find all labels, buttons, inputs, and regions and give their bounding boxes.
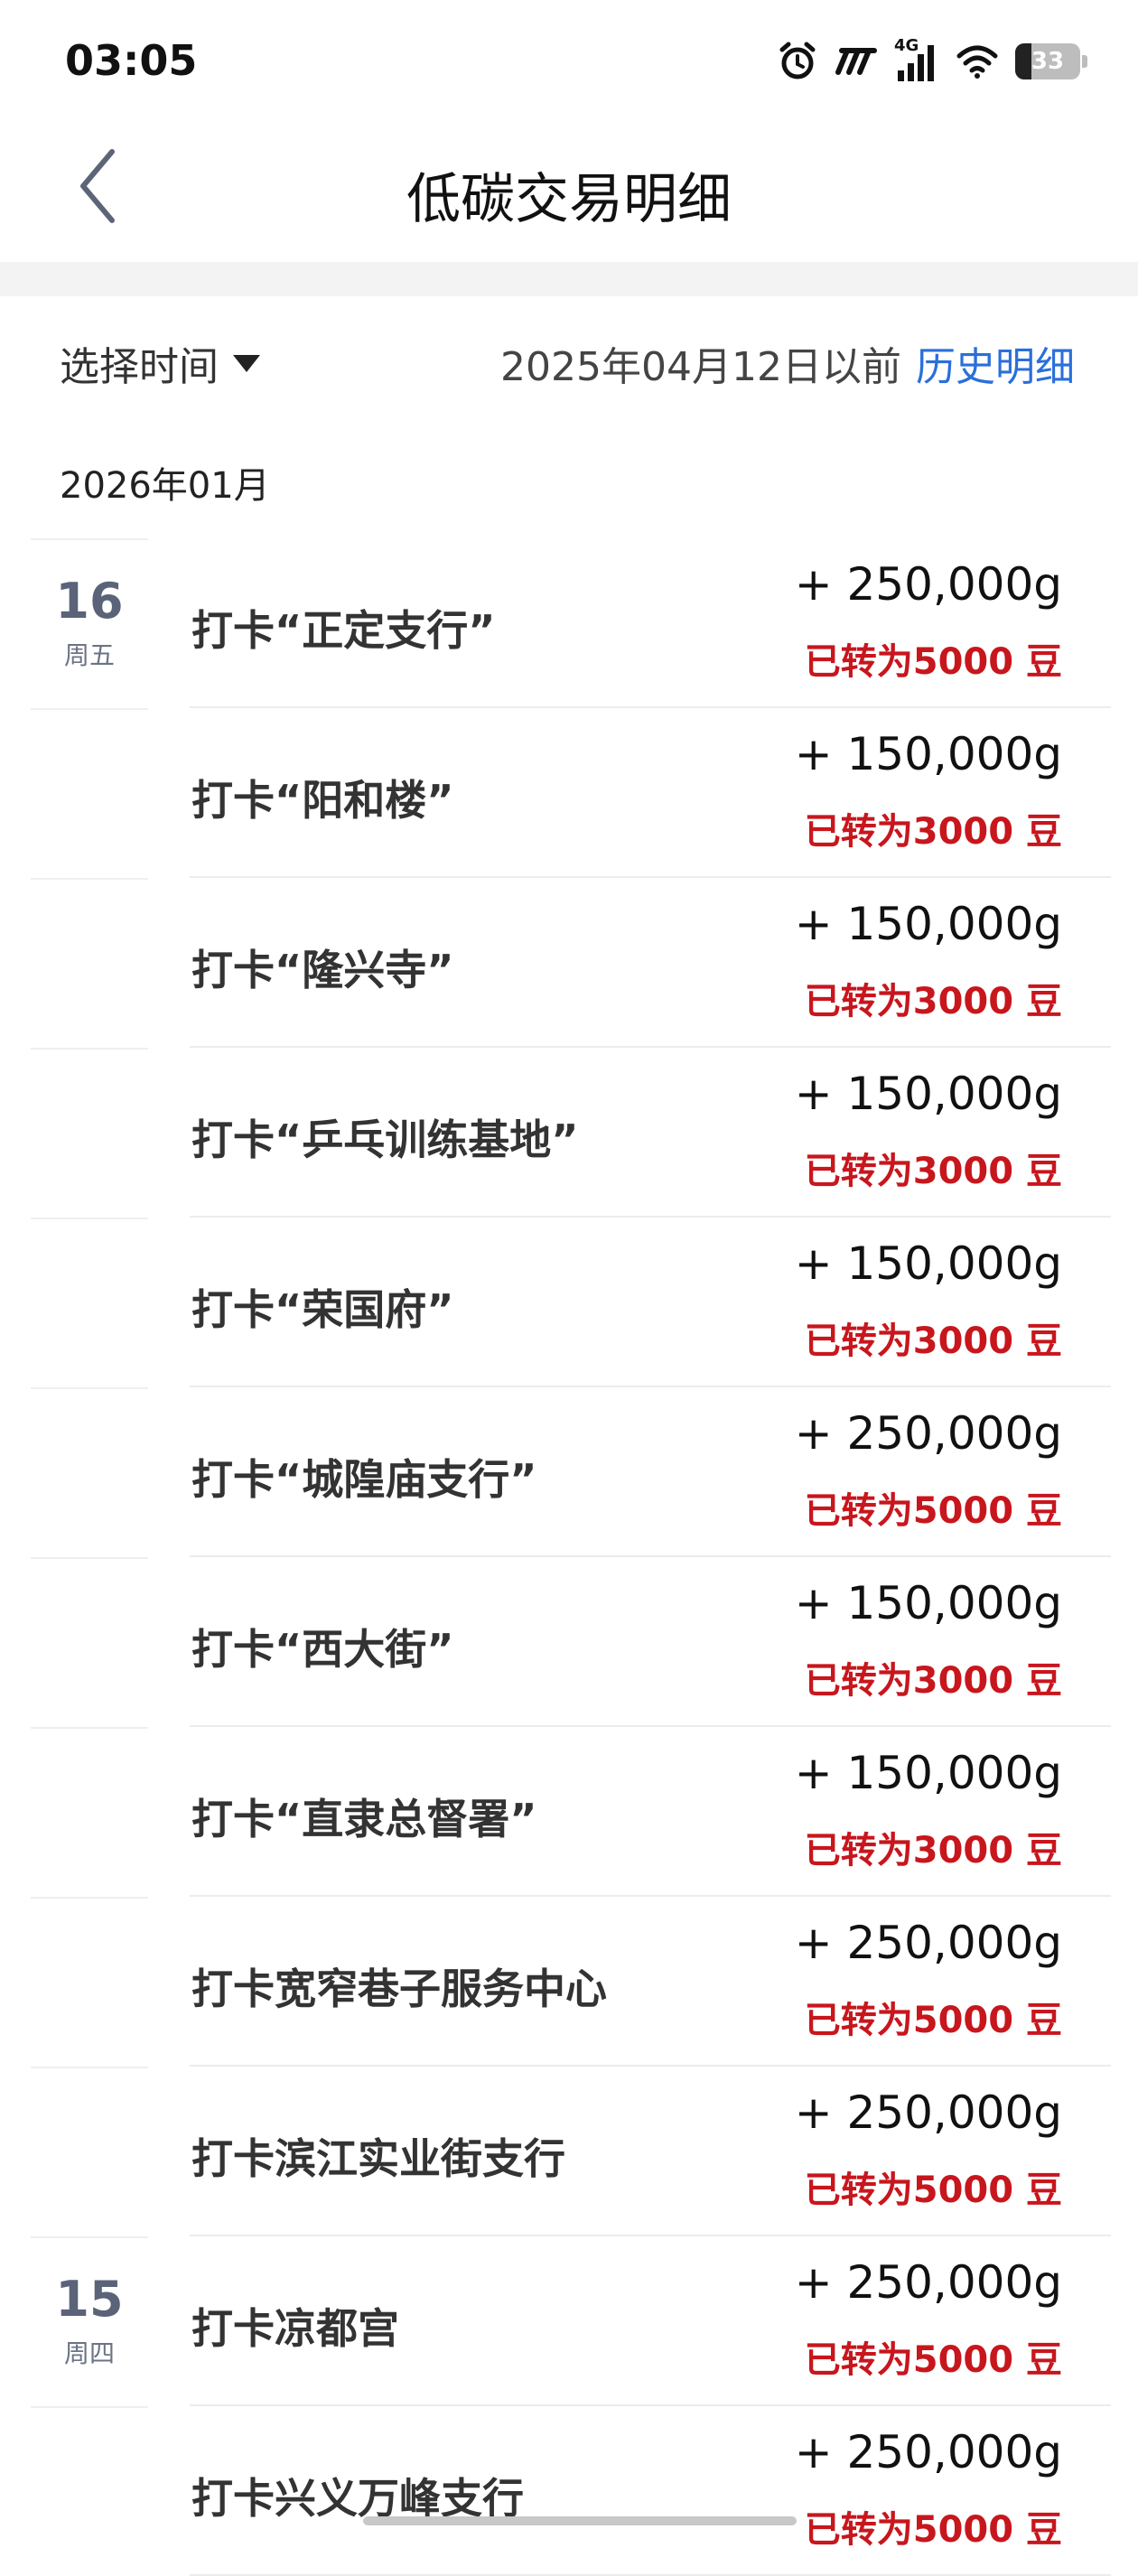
status-icons: 4G 33	[777, 36, 1087, 87]
transaction-row[interactable]: 打卡“城隍庙支行” + 250,000g 已转为5000 豆	[0, 1387, 1138, 1557]
battery-icon: 33	[1015, 43, 1087, 79]
transaction-title: 打卡宽窄巷子服务中心	[191, 1965, 607, 2013]
transaction-row[interactable]: 打卡“直隶总督署” + 150,000g 已转为3000 豆	[0, 1727, 1138, 1897]
month-header: 2026年01月	[60, 465, 270, 507]
transaction-title: 打卡“阳和楼”	[191, 776, 454, 825]
history-info: 2025年04月12日以前 历史明细	[500, 334, 1075, 392]
date-cell: 16 周五	[31, 538, 148, 708]
conversion-status: 已转为5000 豆	[804, 2339, 1062, 2381]
transaction-row[interactable]: 打卡“隆兴寺” + 150,000g 已转为3000 豆	[0, 878, 1138, 1048]
alarm-icon	[777, 41, 818, 82]
date-cell	[31, 1727, 148, 1897]
transaction-row[interactable]: 打卡“乒乓训练基地” + 150,000g 已转为3000 豆	[0, 1048, 1138, 1218]
page-title: 低碳交易明细	[406, 168, 732, 231]
status-time: 03:05	[65, 36, 198, 85]
conversion-status: 已转为5000 豆	[804, 641, 1062, 683]
conversion-status: 已转为5000 豆	[804, 2509, 1062, 2551]
caret-down-icon	[233, 355, 260, 372]
date-cell	[31, 1218, 148, 1387]
date-cell	[31, 1387, 148, 1557]
transaction-row[interactable]: 16 周五 打卡“正定支行” + 250,000g 已转为5000 豆	[0, 538, 1138, 708]
weekday-label: 周四	[63, 2338, 115, 2368]
section-divider	[0, 262, 1138, 296]
transaction-title: 打卡“正定支行”	[191, 606, 496, 655]
transaction-amount: + 250,000g	[794, 2086, 1062, 2139]
transaction-amount: + 150,000g	[794, 728, 1062, 780]
transaction-amount: + 250,000g	[794, 1407, 1062, 1460]
conversion-status: 已转为3000 豆	[804, 1830, 1062, 1871]
transaction-row[interactable]: 打卡滨江实业街支行 + 250,000g 已转为5000 豆	[0, 2067, 1138, 2236]
date-cell	[31, 2406, 148, 2576]
day-number: 16	[55, 573, 124, 630]
date-cell	[31, 878, 148, 1048]
transaction-amount: + 150,000g	[794, 1237, 1062, 1290]
conversion-status: 已转为5000 豆	[804, 1490, 1062, 1532]
weekday-label: 周五	[63, 640, 115, 670]
date-cell	[31, 1557, 148, 1727]
time-select-label: 选择时间	[60, 344, 219, 390]
transaction-title: 打卡“乒乓训练基地”	[191, 1115, 579, 1164]
date-cell: 15 周四	[31, 2236, 148, 2406]
date-cell	[31, 1048, 148, 1218]
transaction-row[interactable]: 15 周四 打卡凉都宫 + 250,000g 已转为5000 豆	[0, 2236, 1138, 2406]
transaction-list: 16 周五 打卡“正定支行” + 250,000g 已转为5000 豆 打卡“阳…	[0, 538, 1138, 2576]
transaction-title: 打卡“直隶总督署”	[191, 1795, 537, 1843]
conversion-status: 已转为5000 豆	[804, 2170, 1062, 2211]
transaction-row[interactable]: 打卡“阳和楼” + 150,000g 已转为3000 豆	[0, 708, 1138, 878]
day-number: 15	[55, 2271, 124, 2328]
transaction-amount: + 150,000g	[794, 1068, 1062, 1120]
transaction-title: 打卡“荣国府”	[191, 1285, 454, 1334]
transaction-row[interactable]: 打卡“荣国府” + 150,000g 已转为3000 豆	[0, 1218, 1138, 1387]
status-bar: 03:05 4G 33	[0, 0, 1138, 123]
date-cell	[31, 1897, 148, 2067]
transaction-title: 打卡凉都宫	[191, 2304, 399, 2353]
transaction-title: 打卡“西大街”	[191, 1625, 454, 1674]
nfc-icon	[835, 45, 878, 78]
transaction-title: 打卡滨江实业街支行	[191, 2134, 565, 2183]
conversion-status: 已转为3000 豆	[804, 811, 1062, 853]
conversion-status: 已转为5000 豆	[804, 2000, 1062, 2041]
transaction-row[interactable]: 打卡“西大街” + 150,000g 已转为3000 豆	[0, 1557, 1138, 1727]
wifi-icon	[956, 43, 999, 79]
transaction-amount: + 150,000g	[794, 1577, 1062, 1629]
transaction-title: 打卡“城隍庙支行”	[191, 1455, 537, 1504]
conversion-status: 已转为3000 豆	[804, 1321, 1062, 1362]
filter-row: 选择时间 2025年04月12日以前 历史明细	[0, 296, 1138, 432]
transaction-amount: + 250,000g	[794, 2426, 1062, 2478]
transaction-row[interactable]: 打卡宽窄巷子服务中心 + 250,000g 已转为5000 豆	[0, 1897, 1138, 2067]
date-cell	[31, 708, 148, 878]
transaction-amount: + 250,000g	[794, 558, 1062, 611]
time-select-dropdown[interactable]: 选择时间	[60, 334, 262, 392]
date-cell	[31, 2067, 148, 2236]
transaction-title: 打卡“隆兴寺”	[191, 946, 454, 994]
transaction-amount: + 150,000g	[794, 898, 1062, 950]
cellular-signal-icon: 4G	[894, 36, 939, 83]
home-indicator[interactable]	[363, 2516, 797, 2525]
conversion-status: 已转为3000 豆	[804, 981, 1062, 1022]
transaction-amount: + 250,000g	[794, 2256, 1062, 2309]
conversion-status: 已转为3000 豆	[804, 1660, 1062, 1702]
conversion-status: 已转为3000 豆	[804, 1151, 1062, 1192]
transaction-amount: + 250,000g	[794, 1917, 1062, 1969]
transaction-row[interactable]: 打卡兴义万峰支行 + 250,000g 已转为5000 豆	[0, 2406, 1138, 2576]
history-detail-link[interactable]: 历史明细	[916, 334, 1075, 392]
transaction-amount: + 150,000g	[794, 1747, 1062, 1799]
history-cutoff-note: 2025年04月12日以前	[500, 344, 901, 390]
